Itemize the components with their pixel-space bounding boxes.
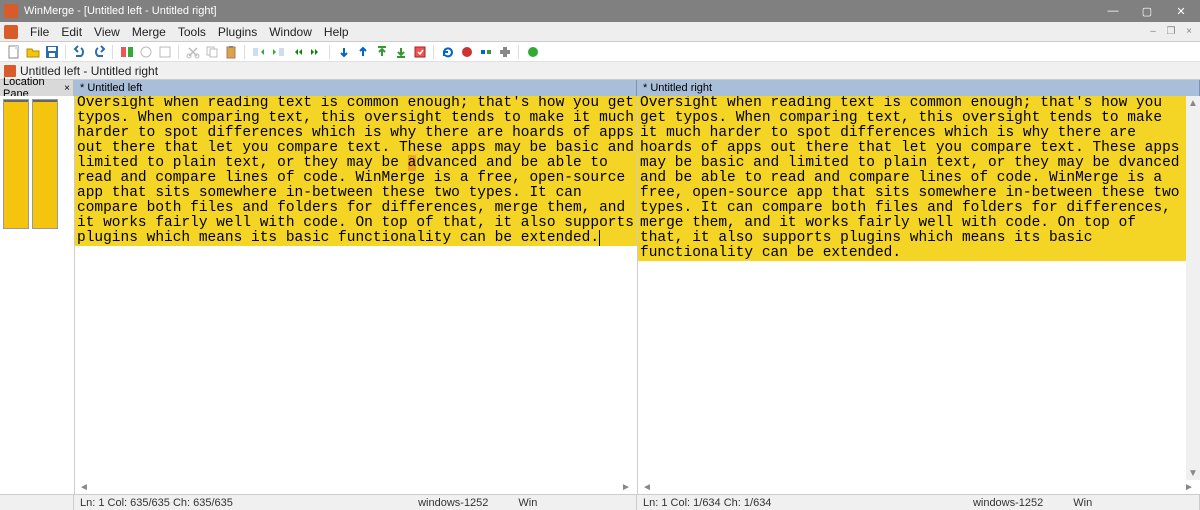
paste-icon[interactable] (223, 44, 238, 59)
left-pane: Oversight when reading text is common en… (74, 96, 637, 494)
right-text-area[interactable]: Oversight when reading text is common en… (638, 96, 1186, 480)
right-pane: Oversight when reading text is common en… (637, 96, 1200, 494)
menu-help[interactable]: Help (318, 25, 355, 39)
filter-icon[interactable] (478, 44, 493, 59)
menu-bar: File Edit View Merge Tools Plugins Windo… (0, 22, 1200, 42)
document-tab-bar: Untitled left - Untitled right (0, 62, 1200, 80)
window-title: WinMerge - [Untitled left - Untitled rig… (24, 5, 1106, 17)
scroll-right-icon[interactable]: ► (1184, 482, 1196, 493)
all-left-icon[interactable] (289, 44, 304, 59)
title-bar: WinMerge - [Untitled left - Untitled rig… (0, 0, 1200, 22)
copy-right-icon[interactable] (270, 44, 285, 59)
all-right-icon[interactable] (308, 44, 323, 59)
mdi-close-button[interactable]: × (1182, 25, 1196, 39)
cut-icon[interactable] (185, 44, 200, 59)
copy-left-icon[interactable] (251, 44, 266, 59)
pane-header-row: Location Pane × * Untitled left * Untitl… (0, 80, 1200, 96)
menu-window[interactable]: Window (263, 25, 318, 39)
minimize-button[interactable]: — (1106, 4, 1120, 18)
menu-merge[interactable]: Merge (126, 25, 172, 39)
right-diff-block: Oversight when reading text is common en… (638, 96, 1186, 261)
work-area: Oversight when reading text is common en… (0, 96, 1200, 494)
undo-icon[interactable] (72, 44, 87, 59)
scroll-right-icon[interactable]: ► (621, 482, 633, 493)
status-right-enc: windows-1252 (973, 497, 1043, 509)
new-file-icon[interactable] (6, 44, 21, 59)
maximize-button[interactable]: ▢ (1140, 4, 1154, 18)
right-pane-header[interactable]: * Untitled right (637, 80, 1200, 96)
window-controls: — ▢ ✕ (1106, 4, 1196, 18)
status-bar: Ln: 1 Col: 635/635 Ch: 635/635 windows-1… (0, 494, 1200, 510)
current-diff-icon[interactable] (412, 44, 427, 59)
left-diff-block: Oversight when reading text is common en… (75, 96, 637, 246)
location-pane-header: Location Pane × (0, 80, 74, 96)
toolbar (0, 42, 1200, 62)
location-bar-right[interactable] (32, 99, 58, 229)
location-pane-close-icon[interactable]: × (64, 83, 70, 94)
menu-edit[interactable]: Edit (55, 25, 88, 39)
right-text: Oversight when reading text is common en… (640, 96, 1186, 261)
menu-view[interactable]: View (88, 25, 126, 39)
status-right-pos: Ln: 1 Col: 1/634 Ch: 1/634 (643, 497, 771, 509)
first-diff-icon[interactable] (374, 44, 389, 59)
status-right-eol: Win (1073, 497, 1092, 509)
last-diff-icon[interactable] (393, 44, 408, 59)
status-left-eol: Win (518, 497, 537, 509)
status-right: Ln: 1 Col: 1/634 Ch: 1/634 windows-1252 … (637, 495, 1200, 510)
refresh-icon[interactable] (440, 44, 455, 59)
right-pane-title: * Untitled right (643, 82, 712, 94)
prev-diff-icon[interactable] (355, 44, 370, 59)
copy-icon[interactable] (204, 44, 219, 59)
document-icon (4, 65, 16, 77)
text-cursor (599, 230, 600, 246)
app-menu-icon (4, 25, 18, 39)
toolbar-icon-2[interactable] (157, 44, 172, 59)
status-left-enc: windows-1252 (418, 497, 488, 509)
status-gap (0, 495, 74, 510)
scroll-left-icon[interactable]: ◄ (642, 482, 654, 493)
left-pane-title: * Untitled left (80, 82, 142, 94)
location-bar-left[interactable] (3, 99, 29, 229)
save-icon[interactable] (44, 44, 59, 59)
location-pane[interactable] (0, 96, 74, 494)
status-left: Ln: 1 Col: 635/635 Ch: 635/635 windows-1… (74, 495, 637, 510)
v-scrollbar[interactable]: ▲ ▼ (1186, 96, 1200, 480)
diff-panes: Oversight when reading text is common en… (74, 96, 1200, 494)
right-h-scrollbar[interactable]: ◄ ► (638, 480, 1200, 494)
next-diff-icon[interactable] (336, 44, 351, 59)
stop-icon[interactable] (459, 44, 474, 59)
compare-icon[interactable] (119, 44, 134, 59)
left-h-scrollbar[interactable]: ◄ ► (75, 480, 637, 494)
app-icon (4, 4, 18, 18)
left-text-area[interactable]: Oversight when reading text is common en… (75, 96, 637, 480)
plugin-icon[interactable] (525, 44, 540, 59)
menu-plugins[interactable]: Plugins (212, 25, 263, 39)
mdi-minimize-button[interactable]: – (1146, 25, 1160, 39)
scroll-up-icon[interactable]: ▲ (1186, 96, 1200, 110)
open-folder-icon[interactable] (25, 44, 40, 59)
left-pane-header[interactable]: * Untitled left (74, 80, 637, 96)
scroll-left-icon[interactable]: ◄ (79, 482, 91, 493)
toolbar-icon-1[interactable] (138, 44, 153, 59)
menu-tools[interactable]: Tools (172, 25, 212, 39)
options-icon[interactable] (497, 44, 512, 59)
status-left-pos: Ln: 1 Col: 635/635 Ch: 635/635 (80, 497, 233, 509)
mdi-restore-button[interactable]: ❐ (1164, 25, 1178, 39)
scroll-down-icon[interactable]: ▼ (1186, 466, 1200, 480)
menu-file[interactable]: File (24, 25, 55, 39)
close-button[interactable]: ✕ (1174, 4, 1188, 18)
redo-icon[interactable] (91, 44, 106, 59)
